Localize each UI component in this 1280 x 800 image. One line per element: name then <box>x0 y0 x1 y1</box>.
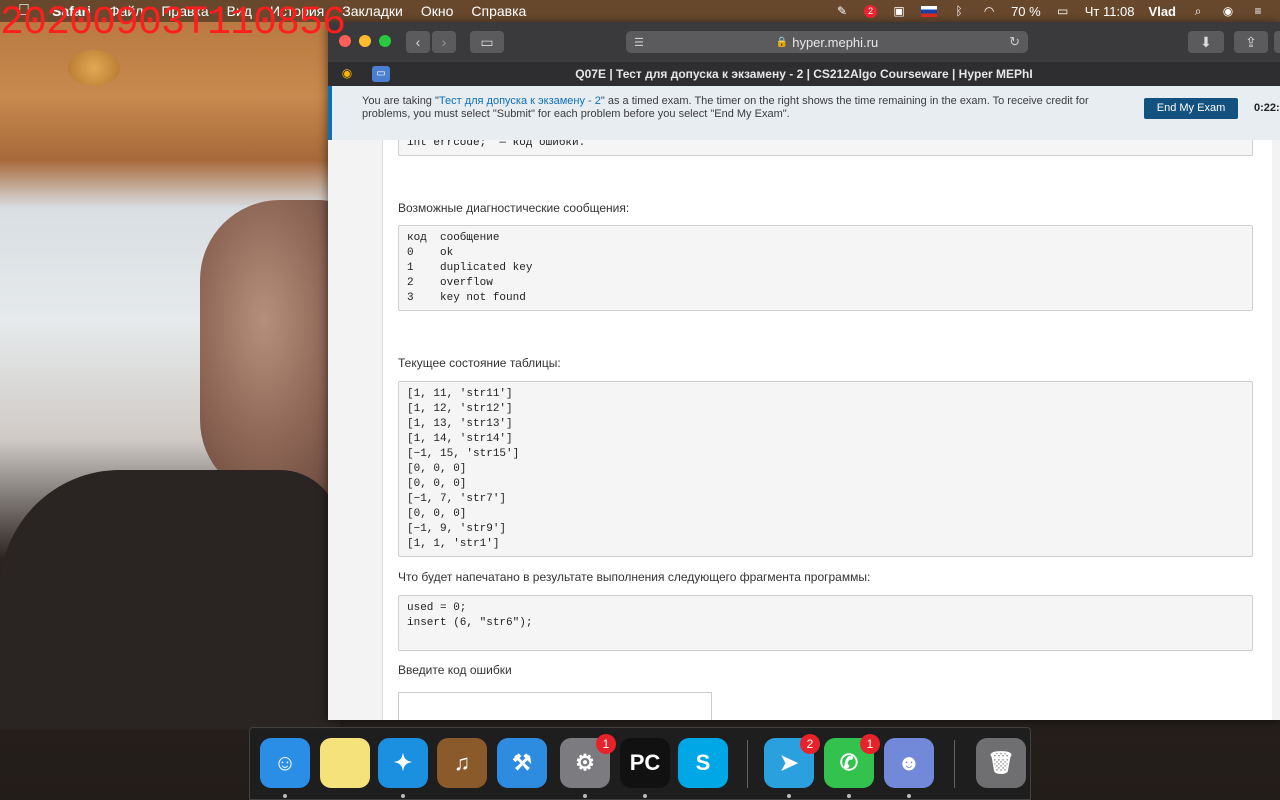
safari-window: ‹ › ▭ ☰ 🔒 hyper.mephi.ru ↻ ⬇ ⇪ ◉ ▭ Q07E … <box>328 22 1280 720</box>
sidebar-toggle-button[interactable]: ▭ <box>470 31 504 53</box>
siri-icon[interactable]: ◉ <box>1220 4 1236 18</box>
table-heading: Текущее состояние таблицы: <box>398 356 561 370</box>
url-text: hyper.mephi.ru <box>792 34 879 50</box>
notes-icon[interactable] <box>320 738 370 788</box>
forward-button[interactable]: › <box>432 31 456 53</box>
page-content: int errcode; — код ошибки. Возможные диа… <box>328 140 1280 720</box>
exam-timer: 0:22: <box>1254 102 1280 114</box>
facetime-icon[interactable]: ✆ 1 <box>824 734 880 788</box>
dock-badge: 2 <box>800 734 820 754</box>
exam-link[interactable]: Тест для допуска к экзамену - 2 <box>439 95 601 107</box>
dock-separator <box>954 740 955 788</box>
diag-heading: Возможные диагностические сообщения: <box>398 201 630 215</box>
notification-center-icon[interactable]: ≡ <box>1250 4 1266 18</box>
browser-toolbar: ‹ › ▭ ☰ 🔒 hyper.mephi.ru ↻ ⬇ ⇪ <box>328 22 1280 62</box>
telegram-icon[interactable]: ➤ 2 <box>764 734 820 788</box>
table-state: [1, 11, 'str11'] [1, 12, 'str12'] [1, 13… <box>398 381 1253 557</box>
pycharm-icon[interactable]: PC <box>620 738 670 788</box>
error-code-input[interactable] <box>398 692 712 720</box>
notice-text: You are taking "Тест для допуска к экзам… <box>362 95 1089 120</box>
running-indicator <box>283 794 287 798</box>
input-label: Введите код ошибки <box>398 663 512 677</box>
finder-icon[interactable]: ☺ <box>260 738 310 788</box>
discord-icon[interactable]: ☻ <box>884 738 934 788</box>
system-preferences-icon[interactable]: ⚙ 1 <box>560 734 616 788</box>
spotlight-search-icon[interactable]: ⌕ <box>1190 4 1206 18</box>
zoom-window-button[interactable] <box>379 35 391 47</box>
battery-percent[interactable]: 70 % <box>1011 4 1041 19</box>
clock[interactable]: Чт 11:08 <box>1085 4 1135 19</box>
trash-icon[interactable]: 🗑 <box>976 738 1026 788</box>
dock-badge: 1 <box>596 734 616 754</box>
battery-icon[interactable]: ▭ <box>1055 4 1071 18</box>
share-button[interactable]: ⇪ <box>1234 31 1268 53</box>
menu-item-bookmarks[interactable]: Закладки <box>342 3 403 19</box>
program-code: used = 0; insert (6, "str6"); <box>398 595 1253 651</box>
exam-notice: You are taking "Тест для допуска к экзам… <box>328 86 1280 140</box>
skype-icon[interactable]: S <box>678 738 728 788</box>
safari-icon[interactable]: ✦ <box>378 738 428 788</box>
question-text: Что будет напечатано в результате выполн… <box>398 570 871 584</box>
running-indicator <box>787 794 791 798</box>
camera-timestamp: 20200903T110856 <box>0 1 346 46</box>
reader-icon[interactable]: ☰ <box>634 36 644 49</box>
downloads-button[interactable]: ⬇ <box>1188 31 1224 53</box>
person-shirt <box>0 470 340 730</box>
menu-item-help[interactable]: Справка <box>471 3 526 19</box>
xcode-icon[interactable]: ⚒ <box>497 738 547 788</box>
reload-icon[interactable]: ↻ <box>1009 34 1020 50</box>
running-indicator <box>643 794 647 798</box>
user-name[interactable]: Vlad <box>1149 4 1176 19</box>
running-indicator <box>583 794 587 798</box>
message-icon[interactable]: ▣ <box>891 4 907 18</box>
running-indicator <box>907 794 911 798</box>
pen-tool-icon[interactable]: ✎ <box>834 4 850 18</box>
wifi-icon[interactable]: ◠ <box>981 4 997 18</box>
dock-badge: 1 <box>860 734 880 754</box>
tab-bar: ◉ ▭ Q07E | Тест для допуска к экзамену -… <box>328 62 1280 86</box>
back-button[interactable]: ‹ <box>406 31 430 53</box>
notification-badge[interactable]: 2 <box>864 4 878 18</box>
end-exam-button[interactable]: End My Exam <box>1144 98 1238 119</box>
address-bar[interactable]: ☰ 🔒 hyper.mephi.ru ↻ <box>626 31 1028 53</box>
input-flag-icon[interactable] <box>921 5 938 17</box>
dock: ☺ ✦ ♫ ⚒ ⚙ 1 PC S ➤ 2 ✆ 1 ☻ 🗑 <box>249 727 1031 800</box>
bluetooth-icon[interactable]: ᛒ <box>951 4 967 18</box>
running-indicator <box>401 794 405 798</box>
running-indicator <box>847 794 851 798</box>
lock-icon: 🔒 <box>775 36 789 48</box>
tabs-button[interactable] <box>1274 31 1280 53</box>
diag-table: код сообщение 0 ok 1 duplicated key 2 ov… <box>398 225 1253 311</box>
tab-title[interactable]: Q07E | Тест для допуска к экзамену - 2 |… <box>328 67 1280 81</box>
minimize-window-button[interactable] <box>359 35 371 47</box>
code-block-errcode: int errcode; — код ошибки. <box>398 140 1253 156</box>
cabinet-knob <box>68 50 120 86</box>
dock-separator <box>747 740 748 788</box>
garageband-icon[interactable]: ♫ <box>437 738 487 788</box>
menu-item-window[interactable]: Окно <box>421 3 454 19</box>
